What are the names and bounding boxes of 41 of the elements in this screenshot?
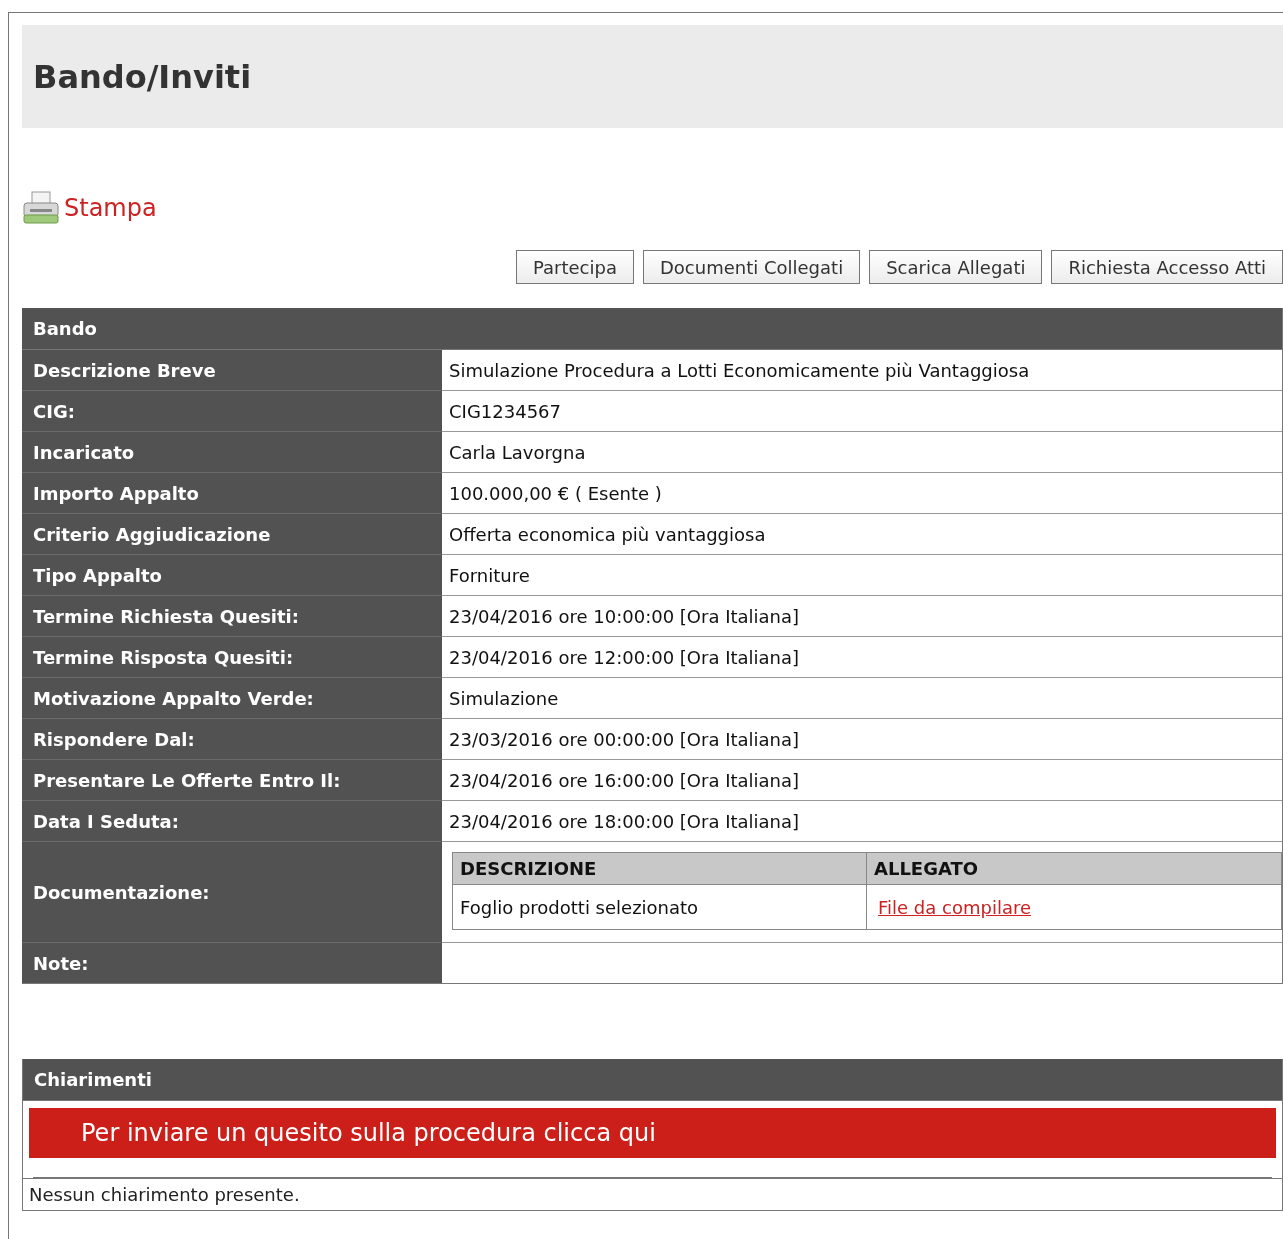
section-header: Bando xyxy=(22,308,1282,350)
ask-question-button[interactable]: Per inviare un quesito sulla procedura clicca qui xyxy=(29,1108,1276,1158)
field-value: 23/04/2016 ore 12:00:00 [Ora Italiana] xyxy=(442,636,1282,677)
field-label: Note: xyxy=(22,942,442,983)
field-value: CIG1234567 xyxy=(442,390,1282,431)
field-value: 23/04/2016 ore 18:00:00 [Ora Italiana] xyxy=(442,800,1282,841)
table-cell: Foglio prodotti selezionato xyxy=(453,885,867,929)
field-value: 23/04/2016 ore 16:00:00 [Ora Italiana] xyxy=(442,759,1282,800)
field-label: Criterio Aggiudicazione xyxy=(22,513,442,554)
field-value: 23/04/2016 ore 10:00:00 [Ora Italiana] xyxy=(442,595,1282,636)
field-label: Presentare Le Offerte Entro Il: xyxy=(22,759,442,800)
field-label: Rispondere Dal: xyxy=(22,718,442,759)
field-value: Forniture xyxy=(442,554,1282,595)
field-label: Data I Seduta: xyxy=(22,800,442,841)
action-button[interactable]: Richiesta Accesso Atti xyxy=(1051,250,1283,284)
field-value: 100.000,00 € ( Esente ) xyxy=(442,472,1282,513)
column-header: ALLEGATO xyxy=(867,853,1282,885)
field-value: Simulazione xyxy=(442,677,1282,718)
field-label: Importo Appalto xyxy=(22,472,442,513)
field-value: Offerta economica più vantaggiosa xyxy=(442,513,1282,554)
printer-icon[interactable] xyxy=(22,191,60,225)
field-label: Tipo Appalto xyxy=(22,554,442,595)
field-label: CIG: xyxy=(22,390,442,431)
field-label: Descrizione Breve xyxy=(22,350,442,390)
file-link[interactable]: File da compilare xyxy=(878,896,1031,918)
field-value: 23/03/2016 ore 00:00:00 [Ora Italiana] xyxy=(442,718,1282,759)
action-button[interactable]: Documenti Collegati xyxy=(643,250,861,284)
page-title: Bando/Inviti xyxy=(33,57,252,96)
field-label: Documentazione: xyxy=(22,841,442,942)
print-link[interactable]: Stampa xyxy=(64,194,157,222)
field-value: Simulazione Procedura a Lotti Economicamente più Vantaggiosa xyxy=(448,358,1031,383)
field-label: Termine Richiesta Quesiti: xyxy=(22,595,442,636)
field-label: Incaricato xyxy=(22,431,442,472)
action-button[interactable]: Partecipa xyxy=(516,250,634,284)
field-value: Carla Lavorgna xyxy=(442,431,1282,472)
column-header: DESCRIZIONE xyxy=(453,853,867,885)
field-label: Termine Risposta Quesiti: xyxy=(22,636,442,677)
section-header: Chiarimenti xyxy=(23,1059,1282,1101)
field-label: Motivazione Appalto Verde: xyxy=(22,677,442,718)
empty-message: Nessun chiarimento presente. xyxy=(23,1178,1282,1210)
action-button[interactable]: Scarica Allegati xyxy=(869,250,1043,284)
